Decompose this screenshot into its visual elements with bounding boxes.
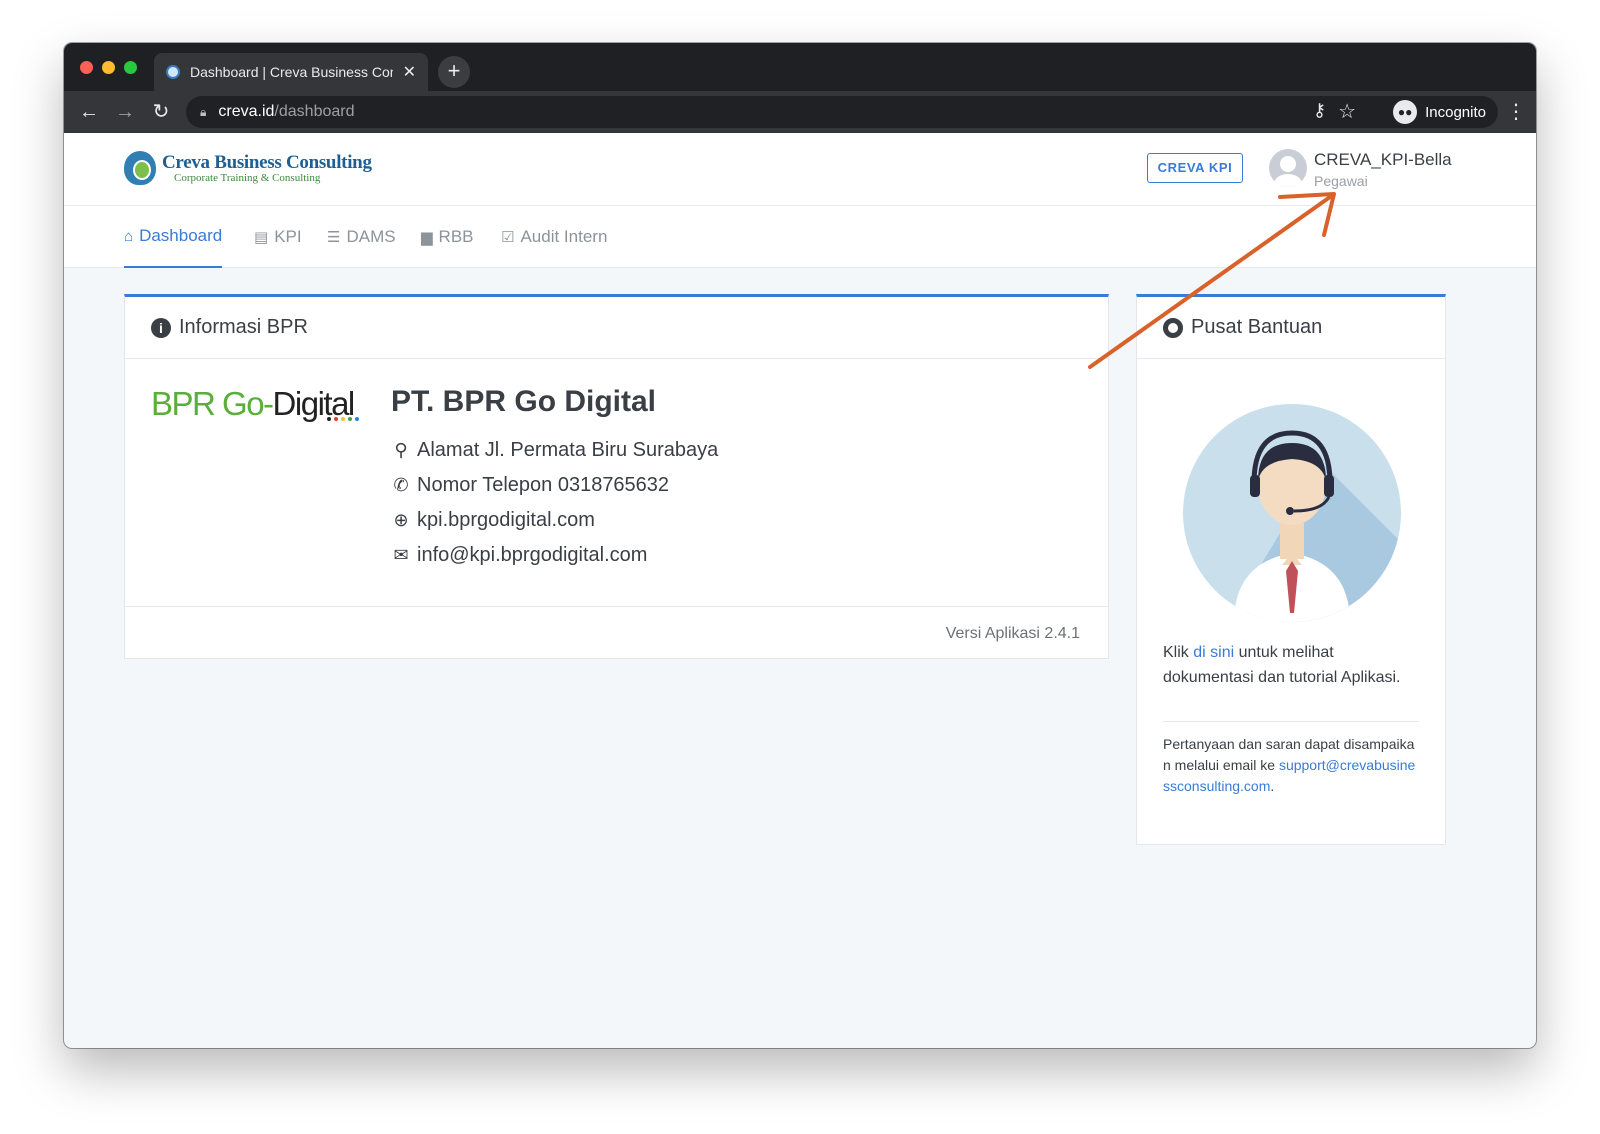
documentation-link[interactable]: di sini <box>1193 644 1234 661</box>
browser-menu-icon[interactable]: ⋮ <box>1506 99 1526 124</box>
minimize-window-button[interactable] <box>102 61 115 74</box>
nav-item-kpi[interactable]: ▤ KPI <box>254 206 302 268</box>
incognito-label: Incognito <box>1425 103 1486 121</box>
app-header: Creva Business Consulting Corporate Trai… <box>64 133 1536 206</box>
maximize-window-button[interactable] <box>124 61 137 74</box>
list-icon: ☰ <box>327 229 341 246</box>
creva-logo[interactable]: Creva Business Consulting Corporate Trai… <box>124 151 372 185</box>
tab-close-icon[interactable]: ✕ <box>403 62 416 82</box>
map-marker-icon: ⚲ <box>394 440 408 460</box>
info-card-title: Informasi BPR <box>179 316 308 338</box>
life-ring-icon <box>1163 317 1183 338</box>
address-line: ⚲ Alamat Jl. Permata Biru Surabaya <box>391 439 718 462</box>
browser-toolbar: ← → ↻ 🔒︎ creva.id /dashboard ⚷ ☆ ●● Inco… <box>64 91 1536 133</box>
envelope-icon: ✉ <box>393 545 409 565</box>
info-bpr-card: i Informasi BPR BPR Go-Digital PT. BPR G… <box>124 294 1109 659</box>
main-nav: ⌂ Dashboard ▤ KPI ☰ DAMS ▆ RBB ☑ Audit I… <box>64 206 1536 268</box>
forward-arrow-icon[interactable]: → <box>112 99 138 125</box>
creva-logo-icon <box>124 151 156 185</box>
user-role: Pegawai <box>1314 173 1368 189</box>
info-circle-icon: i <box>151 317 171 338</box>
globe-icon: ⊕ <box>393 510 409 530</box>
company-name: PT. BPR Go Digital <box>391 385 657 418</box>
tab-title: Dashboard | Creva Business Consulting <box>190 64 393 80</box>
new-tab-button[interactable]: + <box>438 56 470 88</box>
info-card-footer: Versi Aplikasi 2.4.1 <box>125 606 1108 659</box>
help-center-card: Pusat Bantuan Klik di sini untuk melihat… <box>1136 294 1446 845</box>
home-icon: ⌂ <box>124 227 134 245</box>
book-icon: ▆ <box>421 229 433 246</box>
browser-tab-bar: Dashboard | Creva Business Consulting ✕ … <box>64 43 1536 91</box>
app-version: Versi Aplikasi 2.4.1 <box>945 625 1080 642</box>
help-card-title: Pusat Bantuan <box>1191 316 1323 338</box>
help-contact-text: Pertanyaan dan saran dapat disampaikan m… <box>1163 736 1416 794</box>
incognito-icon: ●● <box>1393 100 1418 124</box>
brand-tagline: Corporate Training & Consulting <box>174 171 321 184</box>
browser-tab-active[interactable]: Dashboard | Creva Business Consulting ✕ <box>154 53 428 91</box>
address-bar[interactable]: 🔒︎ creva.id /dashboard <box>186 96 1462 128</box>
creva-kpi-button[interactable]: CREVA KPI <box>1147 153 1243 183</box>
support-agent-illustration <box>1183 404 1401 622</box>
reload-icon[interactable]: ↻ <box>148 99 174 125</box>
clipboard-icon: ▤ <box>254 229 269 246</box>
incognito-badge[interactable]: ●● Incognito <box>1389 96 1498 128</box>
website-line: ⊕ kpi.bprgodigital.com <box>391 509 594 532</box>
bookmark-star-icon[interactable]: ☆ <box>1338 99 1356 124</box>
lock-icon: 🔒︎ <box>200 104 207 119</box>
url-host: creva.id <box>218 103 275 120</box>
nav-item-audit-intern[interactable]: ☑ Audit Intern <box>501 206 607 268</box>
help-divider <box>1163 721 1419 722</box>
nav-item-dashboard[interactable]: ⌂ Dashboard <box>124 206 223 268</box>
browser-window: Dashboard | Creva Business Consulting ✕ … <box>64 43 1536 1048</box>
email-line: ✉ info@kpi.bprgodigital.com <box>391 544 647 567</box>
phone-line: ✆ Nomor Telepon 0318765632 <box>391 474 669 497</box>
url-path: /dashboard <box>274 103 355 120</box>
nav-item-dams[interactable]: ☰ DAMS <box>327 206 396 268</box>
help-text: Klik di sini untuk melihat dokumentasi d… <box>1163 644 1401 686</box>
brand-name: Creva Business Consulting <box>162 151 372 173</box>
clipboard-check-icon: ☑ <box>501 229 515 246</box>
nav-item-rbb[interactable]: ▆ RBB <box>421 206 474 268</box>
phone-icon: ✆ <box>393 475 409 495</box>
bpr-logo-dots <box>327 417 359 421</box>
user-avatar[interactable] <box>1269 149 1307 187</box>
favicon-icon <box>166 65 180 79</box>
close-window-button[interactable] <box>80 61 93 74</box>
key-icon[interactable]: ⚷ <box>1313 100 1326 121</box>
back-arrow-icon[interactable]: ← <box>76 99 102 125</box>
bpr-go-digital-logo: BPR Go-Digital <box>151 385 355 422</box>
user-name[interactable]: CREVA_KPI-Bella <box>1314 150 1452 170</box>
